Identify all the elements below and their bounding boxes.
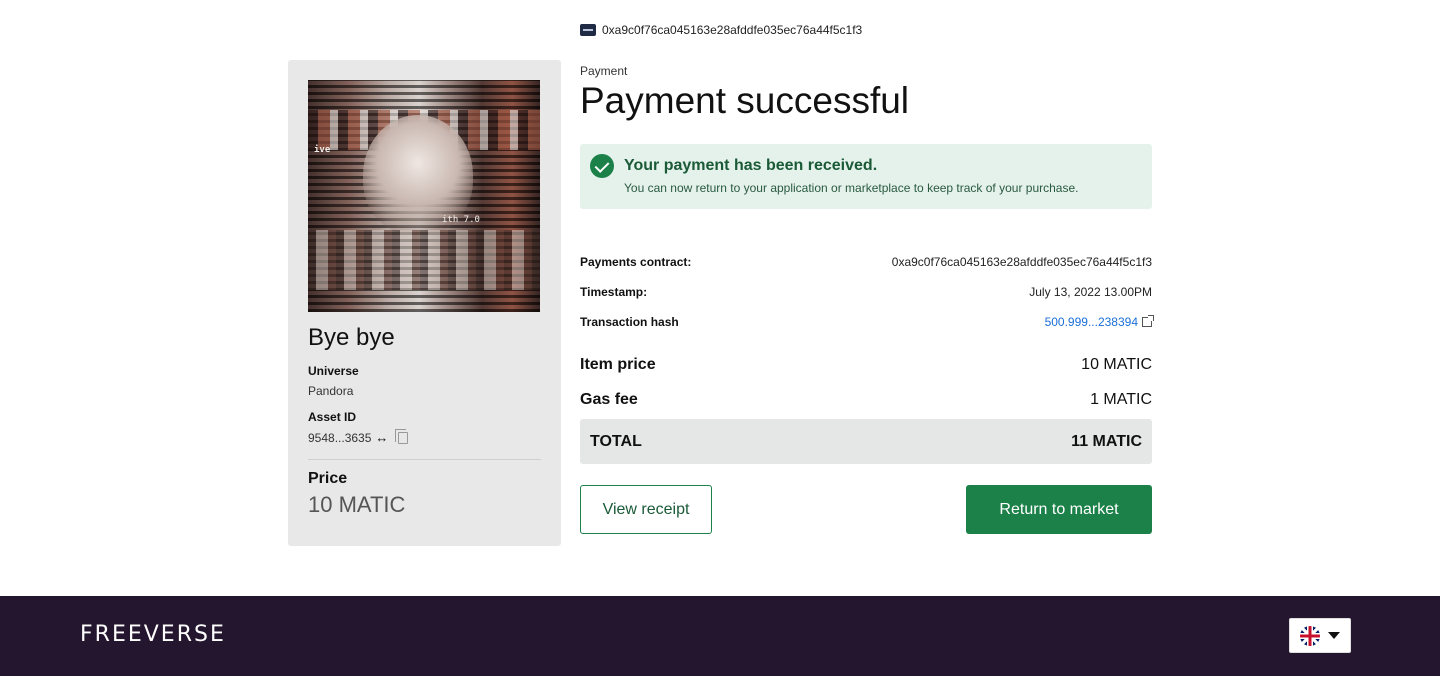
asset-title: Bye bye <box>308 324 395 351</box>
tx-hash-label: Transaction hash <box>580 315 679 329</box>
detail-row-timestamp: Timestamp: July 13, 2022 13.00PM <box>580 277 1152 307</box>
success-alert: Your payment has been received. You can … <box>580 144 1152 209</box>
total-row: TOTAL 11 MATIC <box>580 419 1152 464</box>
detail-row-tx-hash: Transaction hash 500.999...238394 <box>580 307 1154 337</box>
action-buttons: View receipt Return to market <box>580 485 1152 534</box>
freeverse-logo[interactable]: FREEVERSE <box>80 622 226 647</box>
contract-label: Payments contract: <box>580 255 692 269</box>
footer: FREEVERSE <box>0 596 1440 676</box>
asset-id-value: 9548...3635 <box>308 430 372 445</box>
price-value: 10 MATIC <box>308 492 406 517</box>
wallet-address: 0xa9c0f76ca045163e28afddfe035ec76a44f5c1… <box>602 23 863 37</box>
gas-fee-label: Gas fee <box>580 390 638 408</box>
item-price-row: Item price 10 MATIC <box>580 347 1152 382</box>
asset-id-label: Asset ID <box>308 410 357 424</box>
item-price-value: 10 MATIC <box>1081 355 1152 373</box>
external-link-icon[interactable] <box>1142 315 1154 327</box>
copy-icon[interactable] <box>395 428 409 444</box>
card-divider <box>308 459 541 460</box>
alert-text: You can now return to your application o… <box>624 181 1079 195</box>
page-overline: Payment <box>580 64 628 78</box>
total-label: TOTAL <box>590 432 642 450</box>
caret-down-icon <box>1328 632 1340 639</box>
universe-label: Universe <box>308 364 359 378</box>
check-circle-icon <box>590 154 614 178</box>
total-value: 11 MATIC <box>1071 432 1142 450</box>
gas-fee-row: Gas fee 1 MATIC <box>580 382 1152 417</box>
tx-hash-link[interactable]: 500.999...238394 <box>1045 315 1154 329</box>
image-text-2: ive <box>314 145 331 155</box>
asset-image: ive ith 7.0 <box>308 80 540 312</box>
expand-icon[interactable]: ↔ <box>375 430 388 445</box>
wallet-address-bar: 0xa9c0f76ca045163e28afddfe035ec76a44f5c1… <box>580 23 862 37</box>
asset-id-row: 9548...3635 ↔ <box>308 428 541 445</box>
asset-card: ive ith 7.0 Bye bye Universe Pandora Ass… <box>288 60 561 546</box>
language-select[interactable] <box>1289 618 1351 653</box>
payment-details: Payments contract: 0xa9c0f76ca045163e28a… <box>580 247 1154 337</box>
page-title: Payment successful <box>580 80 910 121</box>
universe-value: Pandora <box>308 384 354 398</box>
detail-row-contract: Payments contract: 0xa9c0f76ca045163e28a… <box>580 247 1152 277</box>
tx-hash-value[interactable]: 500.999...238394 <box>1045 315 1138 329</box>
uk-flag-icon <box>1300 625 1320 646</box>
timestamp-value: July 13, 2022 13.00PM <box>1029 285 1152 299</box>
wallet-icon <box>580 24 596 36</box>
price-summary: Item price 10 MATIC Gas fee 1 MATIC TOTA… <box>580 347 1152 464</box>
image-text-1: ith 7.0 <box>442 215 480 225</box>
item-price-label: Item price <box>580 355 656 373</box>
contract-value: 0xa9c0f76ca045163e28afddfe035ec76a44f5c1… <box>891 255 1152 269</box>
return-to-market-button[interactable]: Return to market <box>966 485 1152 534</box>
alert-title: Your payment has been received. <box>624 157 878 174</box>
payment-content: Payment Payment successful Your payment … <box>580 64 1154 534</box>
view-receipt-button[interactable]: View receipt <box>580 485 712 534</box>
price-label: Price <box>308 470 348 487</box>
timestamp-label: Timestamp: <box>580 285 648 299</box>
gas-fee-value: 1 MATIC <box>1090 390 1152 408</box>
